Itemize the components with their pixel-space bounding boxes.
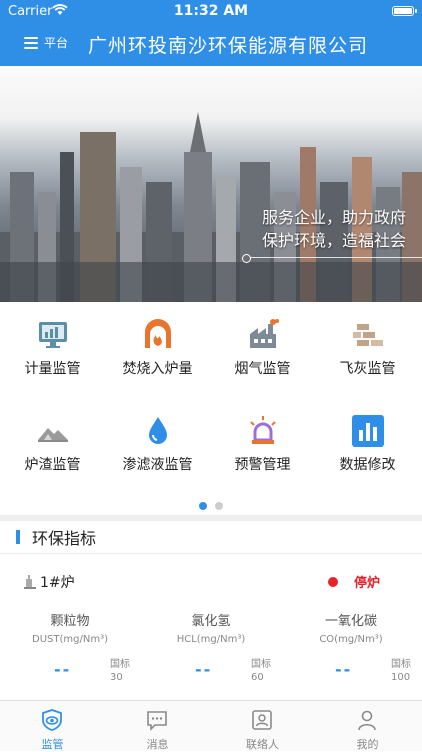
furnace-name: 1#炉	[40, 575, 75, 591]
tab-contacts[interactable]: 联络人	[210, 701, 315, 751]
alarm-light-icon	[250, 416, 276, 444]
menu-item-label: 炉渣监管	[24, 457, 81, 473]
slogan-line-2: 保护环境，造福社会	[261, 231, 406, 250]
metric-hcl[interactable]: 氯化氢 HCL(mg/Nm³) -- 国标 60	[141, 610, 281, 690]
page-title: 广州环投南沙环保能源有限公司	[88, 35, 369, 57]
bricks-icon	[353, 324, 383, 346]
contact-card-icon	[252, 710, 272, 730]
menu-item-data-edit[interactable]: 数据修改	[315, 398, 420, 488]
platform-menu-button[interactable]: 平台	[24, 34, 68, 51]
metric-unit: DUST(mg/Nm³)	[32, 634, 108, 645]
status-dot	[327, 576, 338, 587]
slag-pile-icon	[38, 428, 68, 442]
metric-standard: 国标 30	[110, 658, 130, 684]
menu-item-label: 飞灰监管	[339, 361, 396, 377]
status-text: 停炉	[353, 576, 380, 591]
standard-label: 国标	[110, 659, 130, 670]
furnace-selector[interactable]: 1#炉	[24, 572, 75, 592]
menu-item-fly-ash[interactable]: 飞灰监管	[315, 302, 420, 392]
metric-standard: 国标 100	[391, 658, 411, 684]
menu-item-metering[interactable]: 计量监管	[0, 302, 105, 392]
monitor-chart-icon	[39, 322, 67, 348]
page-indicator	[0, 502, 422, 510]
metric-value: --	[195, 660, 213, 679]
slogan-line-1: 服务企业，助力政府	[261, 208, 406, 227]
section-accent-bar	[16, 530, 20, 544]
metric-unit: CO(mg/Nm³)	[319, 634, 383, 645]
standard-value: 100	[391, 672, 411, 683]
person-icon	[358, 710, 376, 731]
hamburger-icon	[24, 36, 38, 49]
menu-item-alert[interactable]: 预警管理	[210, 398, 315, 488]
banner-carousel[interactable]: 服务企业，助力政府 保护环境，造福社会	[0, 66, 422, 302]
section-header: 环保指标	[0, 521, 422, 554]
standard-label: 国标	[251, 659, 271, 670]
menu-item-label: 计量监管	[24, 361, 81, 377]
factory-smoke-icon	[250, 319, 279, 348]
bar-chart-icon	[352, 415, 384, 447]
metric-value: --	[54, 660, 72, 679]
furnace-status: 停炉	[327, 572, 380, 591]
menu-item-slag[interactable]: 炉渣监管	[0, 398, 105, 488]
function-grid: 计量监管 焚烧入炉量 烟气监管 飞灰监管 炉渣监管 渗滤液监管 预警管理 数据修…	[0, 302, 422, 512]
platform-menu-label: 平台	[44, 36, 69, 50]
menu-item-label: 烟气监管	[234, 361, 291, 377]
furnace-fire-icon	[145, 319, 171, 348]
metric-value: --	[335, 660, 353, 679]
tab-profile[interactable]: 我的	[315, 701, 420, 751]
furnace-icon	[24, 575, 36, 589]
tab-messages[interactable]: 消息	[105, 701, 210, 751]
battery-icon	[392, 6, 417, 16]
page-dot-active[interactable]	[199, 502, 207, 510]
metric-name: 颗粒物	[50, 614, 90, 629]
standard-value: 60	[251, 672, 264, 683]
metric-unit: HCL(mg/Nm³)	[176, 634, 246, 645]
water-drop-icon	[149, 417, 167, 444]
nav-bar: 平台 广州环投南沙环保能源有限公司	[0, 22, 422, 66]
menu-item-label: 预警管理	[234, 457, 291, 473]
metric-co[interactable]: 一氧化碳 CO(mg/Nm³) -- 国标 100	[281, 610, 421, 690]
metric-dust[interactable]: 颗粒物 DUST(mg/Nm³) -- 国标 30	[0, 610, 140, 690]
standard-label: 国标	[391, 659, 411, 670]
eye-shield-icon	[42, 709, 62, 731]
banner-slogan: 服务企业，助力政府 保护环境，造福社会	[262, 206, 406, 252]
tab-supervision[interactable]: 监管	[0, 701, 105, 751]
menu-item-flue-gas[interactable]: 烟气监管	[210, 302, 315, 392]
message-icon	[147, 711, 167, 731]
page-dot[interactable]	[215, 502, 223, 510]
standard-value: 30	[110, 672, 123, 683]
menu-item-label: 焚烧入炉量	[122, 361, 193, 377]
menu-item-incineration[interactable]: 焚烧入炉量	[105, 302, 210, 392]
menu-item-leachate[interactable]: 渗滤液监管	[105, 398, 210, 488]
menu-item-label: 数据修改	[339, 457, 396, 473]
tab-bar: 监管 消息 联络人 我的	[0, 700, 422, 751]
clock: 11:32 AM	[173, 3, 249, 19]
metric-standard: 国标 60	[251, 658, 271, 684]
banner-marker-line	[250, 257, 422, 258]
section-title: 环保指标	[32, 529, 97, 548]
metric-name: 一氧化碳	[324, 614, 377, 629]
banner-marker-dot	[242, 254, 251, 263]
status-bar: Carrier 11:32 AM	[0, 0, 422, 22]
metric-name: 氯化氢	[191, 614, 231, 629]
menu-item-label: 渗滤液监管	[122, 457, 193, 473]
